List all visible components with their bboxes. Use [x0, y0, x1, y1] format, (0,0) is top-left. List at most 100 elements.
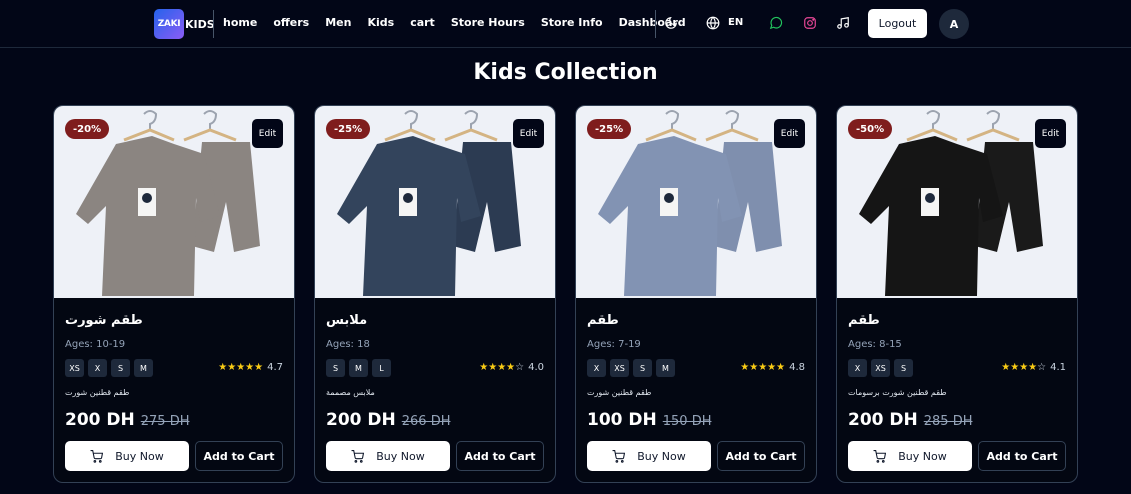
nav-divider [655, 10, 656, 38]
size-option[interactable]: M [134, 359, 153, 377]
add-to-cart-button[interactable]: Add to Cart [195, 441, 283, 471]
rating-value: 4.7 [267, 362, 283, 373]
product-prices: 200 DH 275 DH [65, 410, 189, 430]
product-card[interactable]: -25% Edit ملابس Ages: 18 SML ★★★★☆ 4.0 م… [314, 105, 556, 483]
buy-now-button[interactable]: Buy Now [65, 441, 189, 471]
logo-text: KIDS [185, 17, 215, 31]
language-label[interactable]: EN [728, 17, 743, 28]
product-ages: Ages: 10-19 [65, 339, 126, 350]
size-option[interactable]: X [587, 359, 606, 377]
old-price: 275 DH [140, 414, 190, 429]
edit-button[interactable]: Edit [252, 119, 283, 148]
product-description: طقم قطنين شورت [587, 388, 652, 397]
product-name: طقم شورت [65, 313, 143, 328]
nav-link-offers[interactable]: offers [273, 16, 309, 29]
size-options: XS X S M [65, 359, 153, 377]
product-card[interactable]: -50% Edit طقم Ages: 8-15 X XS S ★★★★☆ 4.1 … [836, 105, 1078, 483]
rating-value: 4.0 [528, 362, 544, 373]
buy-now-button[interactable]: Buy Now [848, 441, 972, 471]
nav-link-home[interactable]: home [223, 16, 257, 29]
product-prices: 200 DH 266 DH [326, 410, 450, 430]
add-to-cart-button[interactable]: Add to Cart [717, 441, 805, 471]
globe-icon[interactable] [704, 14, 722, 32]
instagram-icon[interactable] [801, 14, 819, 32]
star-rating: ★★★★☆ [479, 362, 525, 373]
current-price: 200 DH [848, 410, 918, 430]
product-image[interactable]: -20% Edit [54, 106, 294, 298]
nav-link-store-info[interactable]: Store Info [541, 16, 603, 29]
size-option[interactable]: X [88, 359, 107, 377]
edit-button[interactable]: Edit [513, 119, 544, 148]
discount-badge: -50% [848, 119, 893, 139]
product-image[interactable]: -25% Edit [315, 106, 555, 298]
size-option[interactable]: M [349, 359, 368, 377]
product-rating: ★★★★☆ 4.0 [479, 362, 544, 373]
cart-icon [90, 449, 115, 463]
product-ages: Ages: 8-15 [848, 339, 902, 350]
size-option[interactable]: XS [871, 359, 890, 377]
edit-button[interactable]: Edit [774, 119, 805, 148]
size-option[interactable]: X [848, 359, 867, 377]
size-option[interactable]: S [633, 359, 652, 377]
product-name: طقم [848, 313, 880, 328]
logout-button[interactable]: Logout [868, 9, 927, 38]
product-rating: ★★★★☆ 4.1 [1001, 362, 1066, 373]
nav-link-men[interactable]: Men [325, 16, 351, 29]
old-price: 150 DH [662, 414, 712, 429]
cart-icon [612, 449, 637, 463]
nav-link-cart[interactable]: cart [410, 16, 435, 29]
discount-badge: -25% [587, 119, 632, 139]
whatsapp-icon[interactable] [767, 14, 785, 32]
nav-link-store-hours[interactable]: Store Hours [451, 16, 525, 29]
buy-now-label: Buy Now [376, 449, 425, 463]
buy-now-button[interactable]: Buy Now [326, 441, 450, 471]
cart-icon [873, 449, 898, 463]
size-options: SML [326, 359, 391, 377]
buy-now-label: Buy Now [115, 449, 164, 463]
old-price: 285 DH [923, 414, 973, 429]
size-option[interactable]: M [656, 359, 675, 377]
page-title: Kids Collection [473, 60, 658, 85]
avatar[interactable]: A [939, 9, 969, 39]
buy-now-button[interactable]: Buy Now [587, 441, 711, 471]
star-rating: ★★★★★ [218, 362, 264, 373]
add-to-cart-button[interactable]: Add to Cart [978, 441, 1066, 471]
product-description: طقم قطنين شورت [65, 388, 130, 397]
nav-divider [213, 10, 214, 38]
product-image[interactable]: -25% Edit [576, 106, 816, 298]
navbar: ZAKI KIDS home offers Men Kids cart Stor… [0, 0, 1131, 48]
product-rating: ★★★★★ 4.7 [218, 362, 283, 373]
logo-mark: ZAKI [154, 9, 184, 39]
tiktok-icon[interactable] [834, 14, 852, 32]
product-description: ملابس مصممة [326, 388, 375, 397]
product-image[interactable]: -50% Edit [837, 106, 1077, 298]
size-option[interactable]: S [326, 359, 345, 377]
rating-value: 4.8 [789, 362, 805, 373]
star-rating: ★★★★☆ [1001, 362, 1047, 373]
size-options: X XS S [848, 359, 913, 377]
buy-now-label: Buy Now [898, 449, 947, 463]
size-option[interactable]: L [372, 359, 391, 377]
nav-link-kids[interactable]: Kids [367, 16, 394, 29]
size-options: X XS S M [587, 359, 675, 377]
size-option[interactable]: XS [610, 359, 629, 377]
size-option[interactable]: S [111, 359, 130, 377]
product-name: طقم [587, 313, 619, 328]
current-price: 200 DH [326, 410, 396, 430]
discount-badge: -25% [326, 119, 371, 139]
product-prices: 200 DH 285 DH [848, 410, 972, 430]
star-rating: ★★★★★ [740, 362, 786, 373]
edit-button[interactable]: Edit [1035, 119, 1066, 148]
buy-now-label: Buy Now [637, 449, 686, 463]
product-rating: ★★★★★ 4.8 [740, 362, 805, 373]
product-card[interactable]: -25% Edit طقم Ages: 7-19 X XS S M ★★★★★ 4.8… [575, 105, 817, 483]
logo[interactable]: ZAKI KIDS [154, 9, 215, 39]
size-option[interactable]: S [894, 359, 913, 377]
size-option[interactable]: XS [65, 359, 84, 377]
cart-icon [351, 449, 376, 463]
moon-icon[interactable] [662, 14, 680, 32]
product-card[interactable]: -20% Edit طقم شورت Ages: 10-19 XS X S M ★★★… [53, 105, 295, 483]
product-ages: Ages: 7-19 [587, 339, 641, 350]
product-prices: 100 DH 150 DH [587, 410, 711, 430]
add-to-cart-button[interactable]: Add to Cart [456, 441, 544, 471]
